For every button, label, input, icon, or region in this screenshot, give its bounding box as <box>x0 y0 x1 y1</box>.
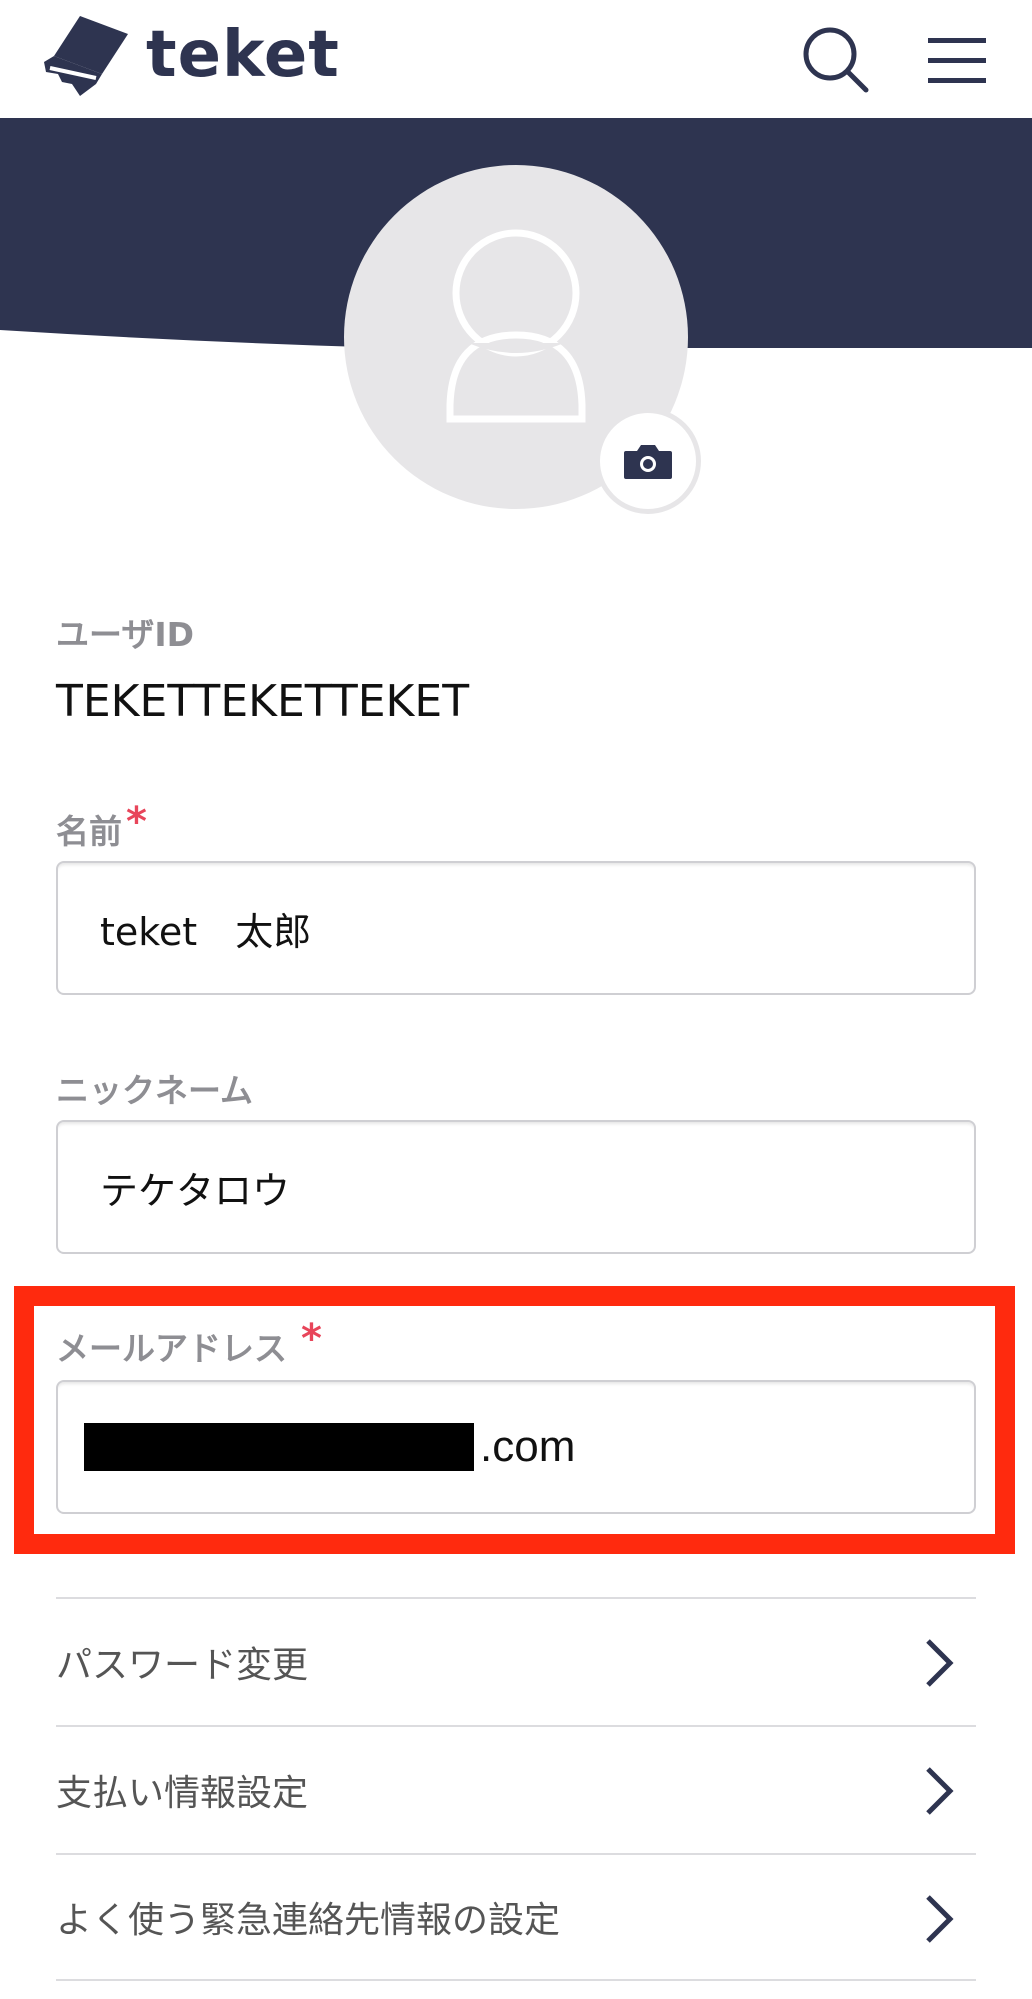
app-header: teket <box>0 0 1032 118</box>
email-field-suffix: .com <box>480 1422 576 1471</box>
user-id-value: TEKETTEKETTEKET <box>56 676 470 727</box>
name-field[interactable]: teket 太郎 <box>56 861 976 995</box>
menu-item-label: パスワード変更 <box>56 1645 309 1686</box>
camera-icon <box>624 445 672 479</box>
nickname-field-value: テケタロウ <box>100 1168 291 1213</box>
chevron-right-icon <box>926 1767 954 1815</box>
nickname-field[interactable]: テケタロウ <box>56 1120 976 1254</box>
menu-item-password-change[interactable]: パスワード変更 <box>56 1597 976 1725</box>
email-label: メールアドレス * <box>56 1316 322 1370</box>
teket-logo[interactable]: teket <box>40 10 340 100</box>
ticket-logo-icon <box>44 16 128 96</box>
logo-text: teket <box>146 18 340 92</box>
name-label-text: 名前 <box>56 812 122 851</box>
menu-item-payment-settings[interactable]: 支払い情報設定 <box>56 1725 976 1853</box>
menu-item-emergency-contact[interactable]: よく使う緊急連絡先情報の設定 <box>56 1853 976 1981</box>
required-asterisk: * <box>301 1316 322 1362</box>
hamburger-menu-icon[interactable] <box>922 24 992 98</box>
chevron-right-icon <box>926 1895 954 1943</box>
change-photo-button[interactable] <box>595 408 701 514</box>
menu-item-label: よく使う緊急連絡先情報の設定 <box>56 1900 561 1941</box>
redacted-email-block <box>84 1423 474 1471</box>
email-label-text: メールアドレス <box>56 1329 287 1368</box>
user-id-label: ユーザID <box>56 615 195 654</box>
search-icon[interactable] <box>800 24 870 98</box>
email-field[interactable]: .com <box>56 1380 976 1514</box>
required-asterisk: * <box>126 799 147 845</box>
chevron-right-icon <box>926 1639 954 1687</box>
settings-menu-list: パスワード変更 支払い情報設定 よく使う緊急連絡先情報の設定 <box>56 1597 976 1981</box>
nickname-label: ニックネーム <box>56 1071 254 1110</box>
name-field-value: teket 太郎 <box>100 909 312 954</box>
name-label: 名前 * <box>56 799 147 853</box>
menu-item-label: 支払い情報設定 <box>56 1773 309 1814</box>
